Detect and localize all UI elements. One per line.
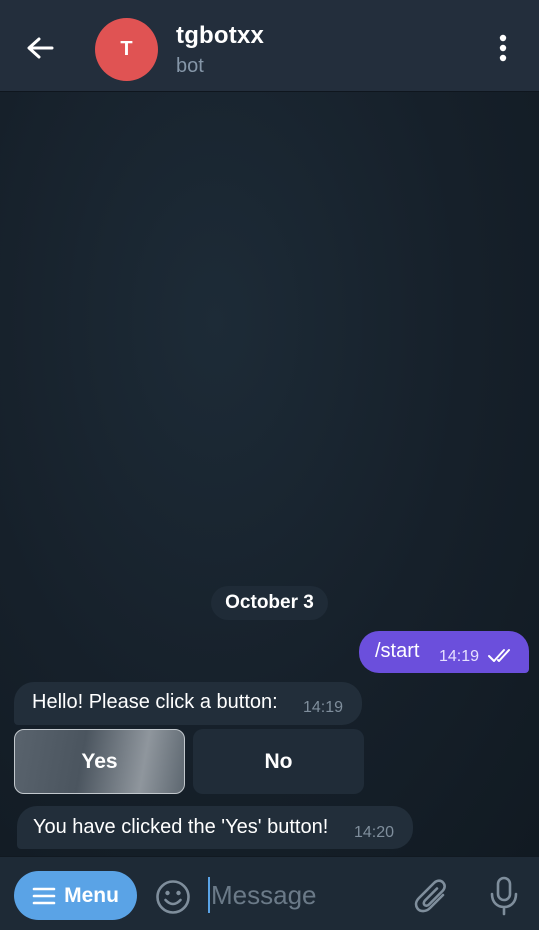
incoming-message[interactable]: Hello! Please click a button: 14:19 bbox=[14, 682, 362, 725]
more-options-button[interactable] bbox=[488, 30, 518, 66]
attach-button[interactable] bbox=[413, 877, 451, 917]
inline-button-no[interactable]: No bbox=[193, 729, 364, 794]
microphone-icon bbox=[490, 876, 518, 916]
message-text: /start bbox=[375, 640, 420, 662]
message-time: 14:20 bbox=[354, 824, 395, 841]
date-separator: October 3 bbox=[211, 586, 328, 620]
incoming-message[interactable]: You have clicked the 'Yes' button! 14:20 bbox=[17, 806, 413, 849]
bot-menu-button[interactable]: Menu bbox=[14, 871, 137, 920]
arrow-left-icon bbox=[27, 37, 54, 59]
emoji-smile-icon bbox=[156, 880, 190, 914]
inline-button-yes[interactable]: Yes bbox=[14, 729, 185, 794]
more-vertical-icon bbox=[499, 34, 507, 62]
hamburger-icon bbox=[32, 887, 56, 904]
message-text: You have clicked the 'Yes' button! bbox=[33, 816, 329, 838]
emoji-button[interactable] bbox=[153, 877, 193, 917]
outgoing-message[interactable]: /start 14:19 bbox=[359, 631, 529, 673]
message-time: 14:19 bbox=[303, 699, 344, 716]
message-text: Hello! Please click a button: bbox=[32, 691, 278, 713]
chat-header: T tgbotxx bot bbox=[0, 0, 539, 92]
double-check-icon bbox=[488, 649, 510, 662]
menu-label: Menu bbox=[64, 883, 119, 907]
text-caret bbox=[208, 877, 210, 913]
message-composer: Menu bbox=[0, 856, 539, 930]
avatar[interactable]: T bbox=[95, 18, 158, 81]
chat-title[interactable]: tgbotxx bbox=[176, 22, 264, 50]
chat-subtitle: bot bbox=[176, 55, 204, 77]
avatar-letter: T bbox=[120, 38, 133, 60]
message-time: 14:19 bbox=[439, 648, 480, 665]
message-input[interactable] bbox=[211, 875, 401, 915]
paperclip-icon bbox=[414, 879, 446, 913]
back-button[interactable] bbox=[18, 28, 62, 68]
voice-record-button[interactable] bbox=[486, 875, 522, 917]
